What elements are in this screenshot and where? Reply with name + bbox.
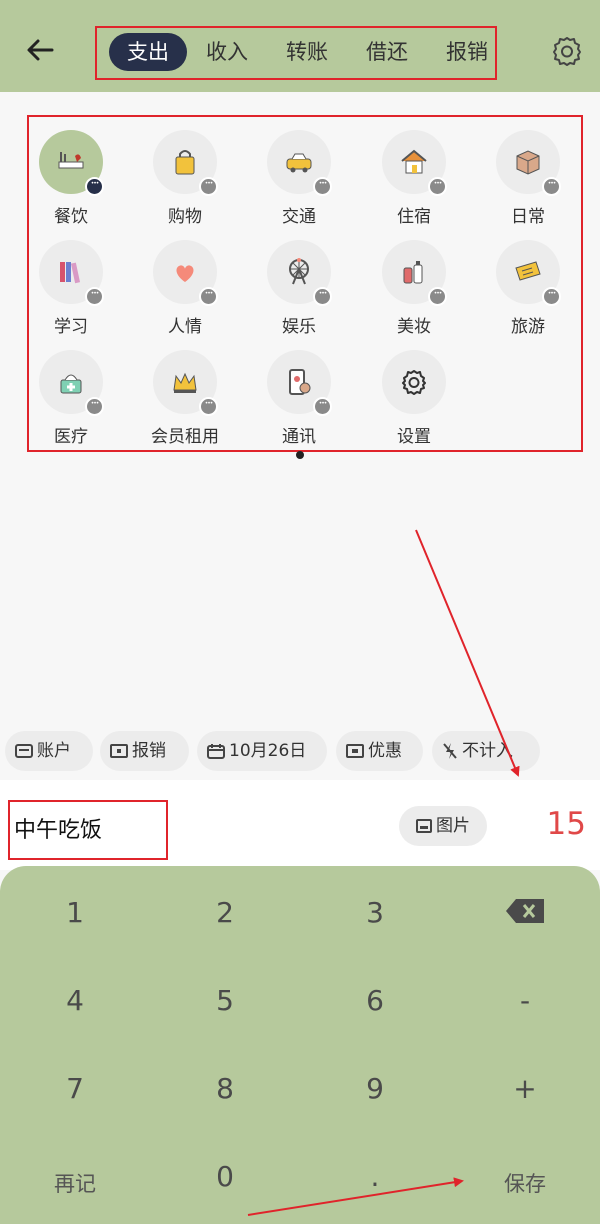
category-travel[interactable]: 旅游 xyxy=(473,240,583,350)
heart-icon xyxy=(176,265,194,282)
image-button[interactable]: 图片 xyxy=(399,806,487,846)
tab-reimburse[interactable]: 报销 xyxy=(436,33,498,71)
key-3[interactable]: 3 xyxy=(300,896,450,929)
key-8[interactable]: 8 xyxy=(150,1072,300,1105)
key-6[interactable]: 6 xyxy=(300,984,450,1017)
tab-income[interactable]: 收入 xyxy=(196,33,258,71)
category-medical[interactable]: 医疗 xyxy=(16,350,126,460)
ferris-wheel-icon xyxy=(289,258,309,285)
key-7[interactable]: 7 xyxy=(0,1072,150,1105)
category-lodging[interactable]: 住宿 xyxy=(359,130,469,240)
dining-icon xyxy=(58,152,84,169)
tab-loan[interactable]: 借还 xyxy=(356,33,418,71)
back-arrow-icon[interactable] xyxy=(22,32,58,68)
crown-icon xyxy=(173,372,197,393)
tab-transfer[interactable]: 转账 xyxy=(276,33,338,71)
chip-reimburse[interactable]: 报销 xyxy=(100,731,189,771)
key-minus[interactable]: - xyxy=(450,984,600,1017)
key-4[interactable]: 4 xyxy=(0,984,150,1017)
page-indicator xyxy=(296,451,304,459)
chip-discount[interactable]: 优惠 xyxy=(336,731,423,771)
chip-exclude[interactable]: 不计入 xyxy=(432,731,540,771)
key-plus[interactable]: + xyxy=(450,1072,600,1105)
category-gifts[interactable]: 人情 xyxy=(130,240,240,350)
calendar-icon xyxy=(207,744,225,759)
ticket-icon xyxy=(515,261,541,281)
wallet-icon xyxy=(15,744,33,758)
category-telecom[interactable]: 通讯 xyxy=(244,350,354,460)
category-membership[interactable]: 会员租用 xyxy=(130,350,240,460)
gear-icon xyxy=(402,370,426,395)
key-2[interactable]: 2 xyxy=(150,896,300,929)
chip-date[interactable]: 10月26日 xyxy=(197,731,327,771)
taxi-icon xyxy=(286,153,312,173)
backspace-icon xyxy=(506,899,544,923)
key-9[interactable]: 9 xyxy=(300,1072,450,1105)
note-highlight-box xyxy=(8,800,168,860)
category-study[interactable]: 学习 xyxy=(16,240,126,350)
exclude-icon xyxy=(443,743,457,759)
image-icon xyxy=(416,819,432,833)
key-0[interactable]: 0 xyxy=(150,1160,300,1193)
category-beauty[interactable]: 美妆 xyxy=(359,240,469,350)
chip-account[interactable]: 账户 xyxy=(5,731,93,771)
key-5[interactable]: 5 xyxy=(150,984,300,1017)
amount-display: 15 xyxy=(546,806,586,842)
key-dot[interactable]: . xyxy=(300,1160,450,1193)
settings-gear-icon[interactable] xyxy=(550,34,584,68)
category-settings[interactable]: 设置 xyxy=(359,350,469,460)
category-dining[interactable]: 餐饮 xyxy=(16,130,126,240)
backspace-key[interactable] xyxy=(450,897,600,929)
key-1[interactable]: 1 xyxy=(0,896,150,929)
house-icon xyxy=(401,149,427,174)
cosmetics-icon xyxy=(403,261,423,284)
save-button[interactable]: 保存 xyxy=(450,1168,600,1198)
category-daily[interactable]: 日常 xyxy=(473,130,583,240)
tab-expense[interactable]: 支出 xyxy=(109,33,187,71)
books-icon xyxy=(60,262,81,284)
discount-icon xyxy=(346,744,364,758)
medical-icon xyxy=(60,374,82,394)
again-button[interactable]: 再记 xyxy=(0,1168,150,1198)
category-entertainment[interactable]: 娱乐 xyxy=(244,240,354,350)
shopping-bag-icon xyxy=(175,150,195,175)
reimburse-icon xyxy=(110,744,128,758)
phone-icon xyxy=(289,369,311,395)
box-icon xyxy=(516,150,540,175)
category-transport[interactable]: 交通 xyxy=(244,130,354,240)
category-shopping[interactable]: 购物 xyxy=(130,130,240,240)
